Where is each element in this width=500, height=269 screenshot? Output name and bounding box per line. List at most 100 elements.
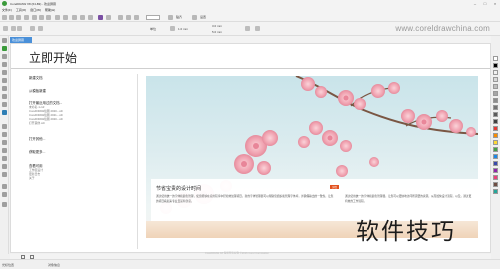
- hero-caption-card: 节省宝贵的设计时间 通过使用统一的字体和颜色管理，使您能够在应用程序中轻松地处理…: [151, 179, 343, 221]
- recent-file[interactable]: 打开其他.cdr: [29, 121, 45, 125]
- open-icon[interactable]: [9, 15, 14, 20]
- watermark-url: www.coreldrawchina.com: [395, 24, 490, 33]
- color-palette: [491, 36, 500, 254]
- cut-icon[interactable]: [32, 15, 37, 20]
- undo-icon[interactable]: [55, 15, 60, 20]
- interactive-fill-icon[interactable]: [2, 164, 7, 169]
- color-swatch[interactable]: [493, 133, 498, 138]
- color-swatch[interactable]: [493, 84, 498, 89]
- landscape-icon[interactable]: [17, 26, 22, 31]
- smart-fill-icon[interactable]: [2, 172, 7, 177]
- duplicate-distance-y[interactable]: 5.0 mm: [212, 30, 222, 34]
- document-tab-strip: 欢迎屏幕: [9, 36, 500, 43]
- nudge-distance[interactable]: 1.0 mm: [178, 27, 188, 31]
- artistic-media-icon[interactable]: [2, 78, 7, 83]
- watermark-text: 软件技巧: [356, 219, 456, 245]
- drop-shadow-icon[interactable]: [2, 140, 7, 145]
- shape-tool-icon[interactable]: [2, 46, 7, 51]
- nav-open-other[interactable]: 打开其他...: [29, 136, 45, 141]
- add-tool-icon[interactable]: [2, 202, 7, 207]
- portrait-icon[interactable]: [11, 26, 16, 31]
- fullscreen-icon[interactable]: [118, 15, 123, 20]
- color-swatch[interactable]: [493, 140, 498, 145]
- color-swatch[interactable]: [493, 105, 498, 110]
- duplicate-distance-x[interactable]: 3.0 mm: [212, 24, 222, 28]
- maximize-icon[interactable]: □: [480, 0, 490, 7]
- zoom-tool-icon[interactable]: [2, 62, 7, 67]
- color-swatch[interactable]: [493, 63, 498, 68]
- color-swatch[interactable]: [493, 119, 498, 124]
- new-document-icon[interactable]: [2, 15, 7, 20]
- pick-tool-icon[interactable]: [2, 38, 7, 43]
- fill-icon[interactable]: [2, 192, 7, 197]
- units-label[interactable]: 单位: [150, 27, 156, 31]
- details-button[interactable]: 详情: [330, 185, 339, 189]
- window-title: CorelDRAW X8 (64-Bit) - 欢迎屏幕: [10, 1, 57, 6]
- outline-pen-icon[interactable]: [2, 184, 7, 189]
- launch-icon[interactable]: [106, 15, 111, 20]
- color-swatch[interactable]: [493, 175, 498, 180]
- color-swatch[interactable]: [493, 77, 498, 82]
- color-eyedropper-icon[interactable]: [2, 156, 7, 161]
- text-tool-icon[interactable]: [2, 110, 7, 115]
- crop-tool-icon[interactable]: [2, 54, 7, 59]
- color-swatch[interactable]: [493, 112, 498, 117]
- zoom-level-field[interactable]: [146, 15, 160, 20]
- side-divider: [137, 74, 138, 249]
- color-swatch[interactable]: [493, 98, 498, 103]
- current-page-icon[interactable]: [38, 26, 43, 31]
- parallel-dimension-icon[interactable]: [2, 124, 7, 129]
- print-icon[interactable]: [24, 15, 29, 20]
- freehand-tool-icon[interactable]: [2, 70, 7, 75]
- color-swatch[interactable]: [493, 126, 498, 131]
- rectangle-tool-icon[interactable]: [2, 86, 7, 91]
- polygon-tool-icon[interactable]: [2, 102, 7, 107]
- snap-label[interactable]: 贴齐: [176, 15, 182, 19]
- welcome-icon[interactable]: [126, 15, 131, 20]
- minimize-icon[interactable]: –: [470, 0, 480, 7]
- color-styles-icon[interactable]: [98, 15, 103, 20]
- title-divider: [11, 68, 490, 69]
- toolbox: [0, 36, 9, 254]
- options-icon-2[interactable]: [255, 26, 260, 31]
- redo-icon[interactable]: [63, 15, 68, 20]
- ellipse-tool-icon[interactable]: [2, 94, 7, 99]
- menu-window[interactable]: 窗口(W): [30, 8, 41, 12]
- nav-new-document[interactable]: 新建文档: [29, 75, 43, 80]
- page-size-icon[interactable]: [3, 26, 8, 31]
- color-swatch[interactable]: [493, 189, 498, 194]
- menu-file[interactable]: 文件(F): [2, 8, 12, 12]
- save-icon[interactable]: [16, 15, 21, 20]
- coreldraw-logo-icon: [2, 1, 7, 6]
- gear-icon[interactable]: [192, 15, 197, 20]
- search-icon[interactable]: [72, 15, 77, 20]
- color-swatch[interactable]: [493, 161, 498, 166]
- treat-as-filled-icon[interactable]: [245, 26, 250, 31]
- connector-tool-icon[interactable]: [2, 132, 7, 137]
- menu-tools[interactable]: 工具(O): [16, 8, 26, 12]
- settings-label[interactable]: 设置: [200, 15, 206, 19]
- transparency-icon[interactable]: [2, 148, 7, 153]
- color-swatch[interactable]: [493, 154, 498, 159]
- close-icon[interactable]: ×: [490, 0, 500, 7]
- snap-to-icon[interactable]: [168, 15, 173, 20]
- color-swatch[interactable]: [493, 147, 498, 152]
- menu-help[interactable]: 帮助(H): [45, 8, 55, 12]
- export-icon[interactable]: [88, 15, 93, 20]
- import-icon[interactable]: [80, 15, 85, 20]
- copy-icon[interactable]: [39, 15, 44, 20]
- color-swatch[interactable]: [493, 168, 498, 173]
- color-swatch[interactable]: [493, 70, 498, 75]
- all-pages-icon[interactable]: [30, 26, 35, 31]
- color-swatch[interactable]: [493, 182, 498, 187]
- color-swatch[interactable]: [493, 91, 498, 96]
- options-icon[interactable]: [134, 15, 139, 20]
- color-swatch[interactable]: [493, 56, 498, 61]
- whats-new-item[interactable]: 关于: [29, 176, 35, 180]
- title-bar: CorelDRAW X8 (64-Bit) - 欢迎屏幕: [0, 0, 500, 7]
- paste-icon[interactable]: [46, 15, 51, 20]
- nav-new-from-template[interactable]: 从模板新建: [29, 88, 46, 93]
- nav-get-more[interactable]: 获取更多...: [29, 149, 45, 154]
- hero-caption-body: 通过使用统一的字体和颜色管理，使您能够在应用程序中轻松地处理项目。新的字体管理器…: [156, 195, 334, 204]
- status-bar: 光标位置 对象信息: [0, 259, 500, 269]
